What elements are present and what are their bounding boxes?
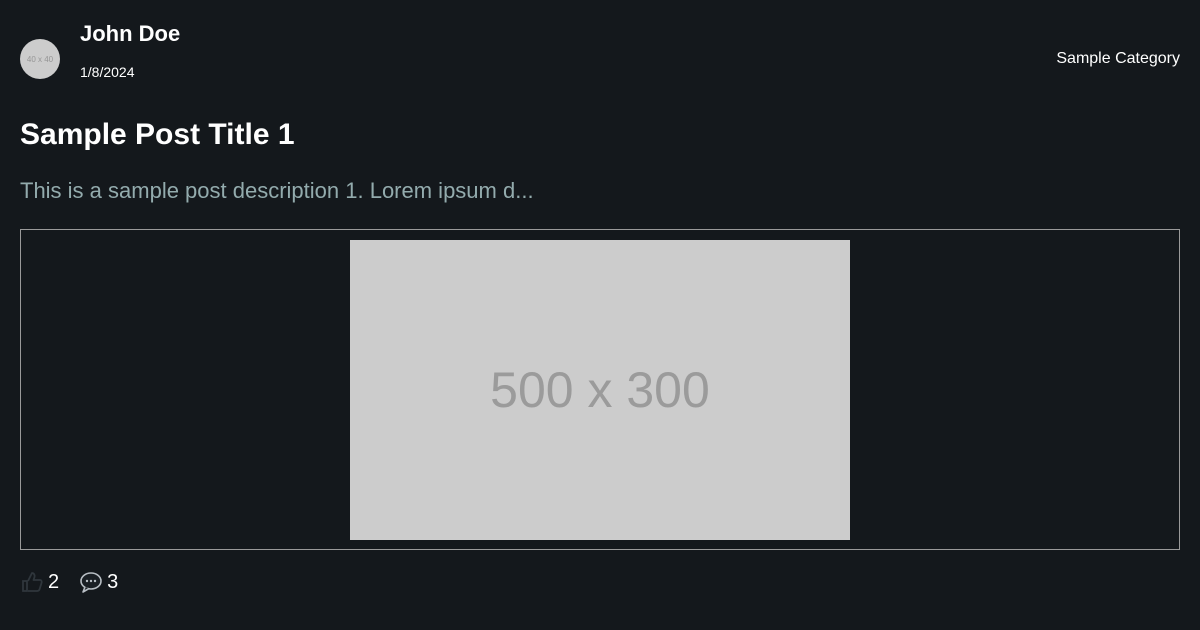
speech-bubble-icon bbox=[79, 570, 103, 594]
comment-count: 3 bbox=[107, 571, 119, 593]
avatar[interactable]: 40 x 40 bbox=[20, 39, 60, 79]
post-card: 40 x 40 John Doe 1/8/2024 Sample Categor… bbox=[0, 0, 1200, 630]
comment-button[interactable]: 3 bbox=[79, 570, 118, 594]
post-header: 40 x 40 John Doe 1/8/2024 Sample Categor… bbox=[20, 18, 1180, 88]
post-description: This is a sample post description 1. Lor… bbox=[20, 178, 534, 203]
image-placeholder-text: 500 x 300 bbox=[490, 362, 710, 418]
post-actions: 2 3 bbox=[20, 570, 138, 594]
post-media-frame: 500 x 300 bbox=[20, 229, 1180, 550]
post-date: 1/8/2024 bbox=[80, 64, 135, 80]
like-count: 2 bbox=[48, 571, 60, 593]
author-name[interactable]: John Doe bbox=[80, 21, 180, 47]
like-button[interactable]: 2 bbox=[20, 570, 59, 594]
category-link[interactable]: Sample Category bbox=[1056, 49, 1180, 69]
post-title[interactable]: Sample Post Title 1 bbox=[20, 116, 295, 154]
avatar-placeholder-text: 40 x 40 bbox=[26, 54, 54, 64]
post-image[interactable]: 500 x 300 bbox=[350, 240, 850, 540]
thumbs-up-icon bbox=[20, 570, 44, 594]
